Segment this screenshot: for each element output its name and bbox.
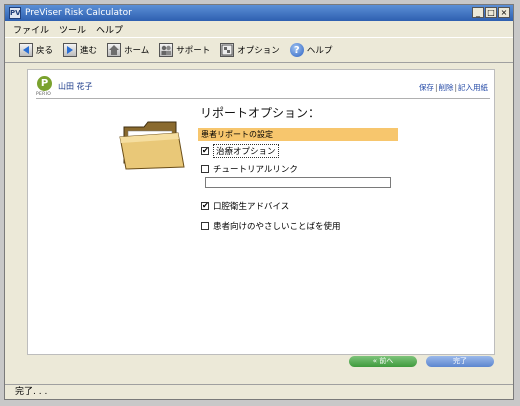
close-button[interactable]: × [498,7,510,18]
tutorial-link-input[interactable] [205,177,391,188]
menu-bar: ファイル ツール ヘルプ [5,22,513,36]
patient-name: 山田 花子 [58,82,93,91]
option-treatment-label: 治療オプション [213,144,279,158]
help-icon: ? [289,43,304,57]
toolbar: 戻る 進む ホーム サポート オプション ? ヘルプ [5,37,513,63]
checkbox-tutorial[interactable] [201,165,209,173]
panel-header: P PERIO 山田 花子 保存|削除|記入用紙 [36,76,490,99]
menu-help[interactable]: ヘルプ [96,23,123,36]
window-title: PreViser Risk Calculator [25,8,132,18]
perio-logo: P PERIO [36,76,54,100]
home-label: ホーム [124,46,150,56]
option-oral-hygiene[interactable]: ✔ 口腔衛生アドバイス [201,200,289,212]
page-title: リポートオプション： [200,106,321,120]
app-window: PV PreViser Risk Calculator _ □ × ファイル ツ… [4,4,514,400]
home-icon [107,43,122,57]
minimize-button[interactable]: _ [472,7,484,18]
menu-file[interactable]: ファイル [13,23,49,36]
back-label: 戻る [36,46,54,56]
option-tutorial[interactable]: チュートリアルリンク [201,163,298,175]
checkbox-oral-hygiene[interactable]: ✔ [201,202,209,210]
window-controls: _ □ × [472,7,510,18]
support-label: サポート [176,46,211,56]
forward-button[interactable]: 進む [63,43,97,57]
people-icon [159,43,174,57]
option-tutorial-label: チュートリアルリンク [213,165,298,175]
logo-mark: P [37,76,52,91]
folder-icon [119,121,185,170]
option-treatment[interactable]: ✔ 治療オプション [201,144,279,158]
options-icon [220,43,235,57]
title-bar: PV PreViser Risk Calculator _ □ × [5,5,513,21]
status-bar: 完了. . . [5,384,513,399]
arrow-right-icon [63,43,78,57]
back-button[interactable]: 戻る [19,43,53,57]
save-link[interactable]: 保存 [419,83,434,92]
delete-link[interactable]: 削除 [438,83,453,92]
home-button[interactable]: ホーム [107,43,149,57]
app-icon: PV [9,7,21,19]
section-header: 患者リポートの設定 [198,128,398,141]
option-plain-language-label: 患者向けのやさしいことばを使用 [213,222,341,232]
prev-button[interactable]: « 前へ [349,356,417,367]
done-button[interactable]: 完了 [426,356,494,367]
form-link[interactable]: 記入用紙 [458,83,488,92]
header-links: 保存|削除|記入用紙 [418,83,488,92]
maximize-button[interactable]: □ [485,7,497,18]
help-button[interactable]: ? ヘルプ [289,43,333,57]
checkbox-plain-language[interactable] [201,222,209,230]
menu-tools[interactable]: ツール [59,23,86,36]
options-button[interactable]: オプション [220,43,280,57]
content-panel: P PERIO 山田 花子 保存|削除|記入用紙 リポートオプション： 患者リポ… [27,69,495,355]
support-button[interactable]: サポート [159,43,210,57]
forward-label: 進む [80,46,98,56]
help-label: ヘルプ [306,46,333,56]
option-oral-hygiene-label: 口腔衛生アドバイス [213,202,290,212]
logo-text: PERIO [36,92,52,97]
arrow-left-icon [19,43,33,57]
checkbox-treatment[interactable]: ✔ [201,147,209,155]
option-plain-language[interactable]: 患者向けのやさしいことばを使用 [201,220,341,232]
options-label: オプション [237,46,280,56]
